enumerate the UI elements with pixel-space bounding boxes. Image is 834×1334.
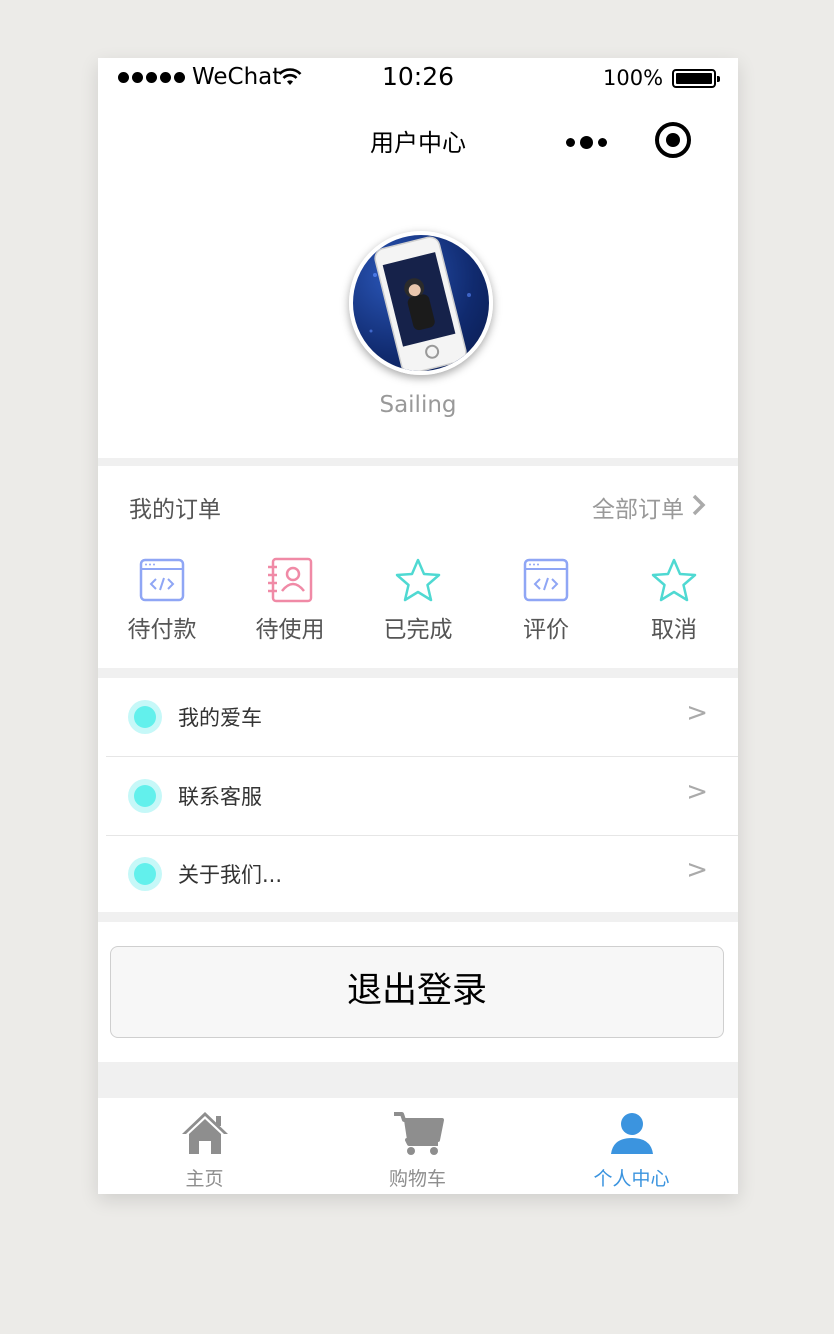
order-status-to-use[interactable]: 待使用 xyxy=(226,556,354,644)
arrow-right-icon: > xyxy=(686,855,708,885)
order-status-label: 已完成 xyxy=(383,617,453,643)
star-icon xyxy=(651,558,697,602)
order-status-completed[interactable]: 已完成 xyxy=(354,556,482,644)
order-status-review[interactable]: 评价 xyxy=(482,556,610,644)
cart-icon xyxy=(393,1112,444,1155)
page-title: 用户中心 xyxy=(370,129,466,157)
menu-dot-icon xyxy=(128,700,162,734)
menu-dot-icon xyxy=(128,857,162,891)
orders-title: 我的订单 xyxy=(129,497,221,523)
more-options-icon[interactable] xyxy=(566,136,607,149)
tab-label: 个人中心 xyxy=(593,1168,670,1190)
code-window-icon xyxy=(139,558,185,602)
arrow-right-icon: > xyxy=(686,777,708,807)
close-miniprogram-icon[interactable] xyxy=(655,122,691,158)
order-status-label: 待使用 xyxy=(255,617,325,643)
order-status-label: 取消 xyxy=(651,617,697,643)
order-status-pending-payment[interactable]: 待付款 xyxy=(98,556,226,644)
chevron-right-icon[interactable] xyxy=(692,494,706,516)
tab-cart[interactable]: 购物车 xyxy=(311,1098,524,1194)
tab-bar: 主页 购物车 个人中心 xyxy=(98,1098,738,1194)
status-bar: WeChat 10:26 100% xyxy=(98,58,738,100)
contact-card-icon xyxy=(268,557,313,603)
tab-label: 购物车 xyxy=(388,1168,446,1190)
menu-item-label: 我的爱车 xyxy=(178,706,262,730)
menu-item-my-car[interactable]: 我的爱车 > xyxy=(106,678,738,757)
order-status-label: 评价 xyxy=(523,617,569,643)
order-status-label: 待付款 xyxy=(127,617,197,643)
menu-item-customer-service[interactable]: 联系客服 > xyxy=(106,757,738,836)
menu-item-label: 关于我们... xyxy=(178,863,283,887)
avatar[interactable] xyxy=(349,231,493,375)
all-orders-link[interactable]: 全部订单 xyxy=(592,490,684,524)
battery-icon xyxy=(672,69,720,88)
logout-section: 退出登录 xyxy=(98,922,738,1062)
order-status-cancelled[interactable]: 取消 xyxy=(610,556,738,644)
menu-dot-icon xyxy=(128,779,162,813)
menu-item-about-us[interactable]: 关于我们... > xyxy=(106,835,738,913)
tab-label: 主页 xyxy=(185,1168,224,1190)
menu-list: 我的爱车 > 联系客服 > 关于我们... > xyxy=(98,678,738,912)
navigation-bar: 用户中心 xyxy=(98,100,738,184)
tab-home[interactable]: 主页 xyxy=(98,1098,311,1194)
battery-percent: 100% xyxy=(603,66,664,90)
avatar-photo xyxy=(369,236,471,371)
orders-section: 我的订单 全部订单 待付款 待使用 已完成 评价 取消 xyxy=(98,466,738,668)
arrow-right-icon: > xyxy=(686,698,708,728)
star-icon xyxy=(395,558,441,602)
home-icon xyxy=(181,1112,228,1154)
logout-button[interactable]: 退出登录 xyxy=(110,946,724,1038)
user-nickname: Sailing xyxy=(379,392,457,418)
tab-user-center[interactable]: 个人中心 xyxy=(525,1098,738,1194)
person-icon xyxy=(610,1113,653,1154)
profile-header: Sailing xyxy=(98,184,738,458)
menu-item-label: 联系客服 xyxy=(178,785,262,809)
phone-screen: WeChat 10:26 100% 用户中心 Sailing 我的订单 全部订单… xyxy=(98,58,738,1194)
code-window-icon xyxy=(523,558,569,602)
